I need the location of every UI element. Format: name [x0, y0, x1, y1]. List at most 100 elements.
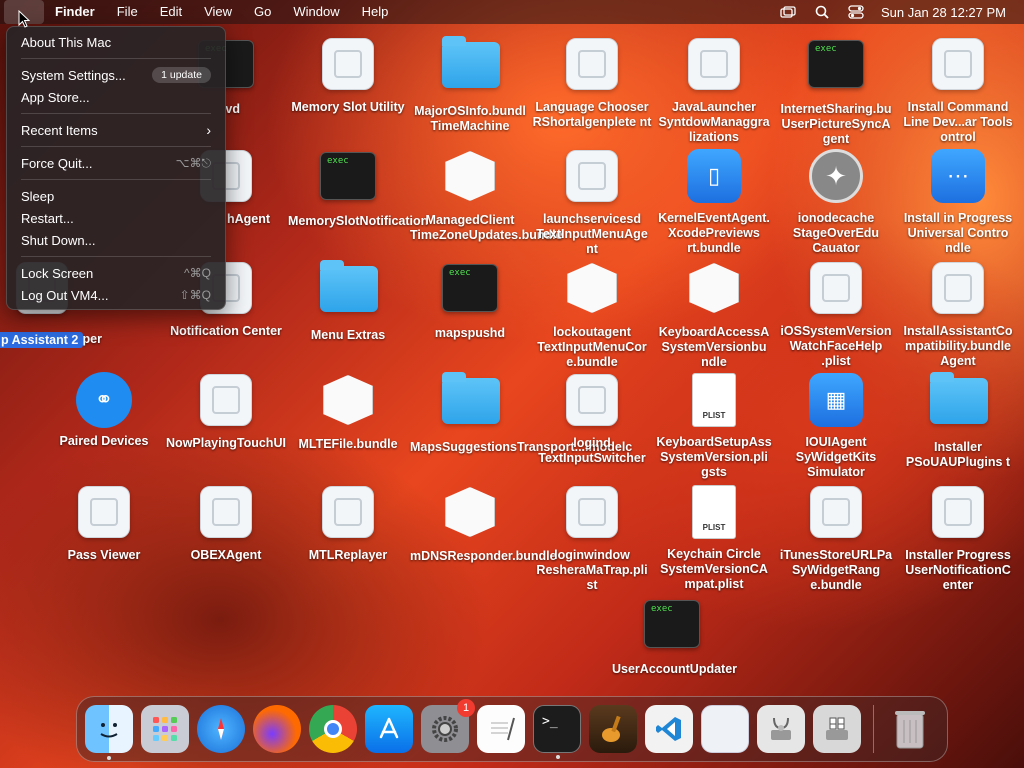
desktop-icon[interactable]: Installer Progress UserNotificationC ent…: [898, 484, 1018, 593]
desktop-icon[interactable]: PLIST KeyboardSetupAss SystemVersion.pli…: [654, 372, 774, 480]
desktop-icon[interactable]: ManagedClient TimeZoneUpdates.bundle: [410, 148, 563, 243]
generic-app-icon: [932, 38, 984, 90]
vscode-icon[interactable]: [645, 705, 693, 753]
desktop-icon-label: iOSSystemVersion WatchFaceHelp .plist: [780, 324, 892, 368]
about-this-mac-item[interactable]: About This Mac: [13, 31, 219, 53]
shortcut-label: ⌥⌘⎋: [175, 155, 211, 170]
finder-icon[interactable]: [85, 705, 133, 760]
desktop-icon[interactable]: ⚭ Paired Devices: [44, 372, 164, 449]
desktop-icon[interactable]: logind TextInputSwitcher: [532, 372, 652, 466]
generic-app-icon: [322, 38, 374, 90]
mouse-cursor-icon: [18, 10, 30, 28]
generic-app-icon: [566, 486, 618, 538]
generic-app-icon: [688, 38, 740, 90]
selected-icon-label[interactable]: p Assistant 2: [0, 332, 84, 348]
apple-menu: About This Mac System Settings... 1 updat…: [6, 26, 226, 310]
menu-finder[interactable]: Finder: [44, 0, 106, 24]
desktop-icon-label: InternetSharing.bu UserPictureSyncA gent: [780, 102, 892, 146]
app-store-icon[interactable]: [365, 705, 413, 753]
desktop-icon[interactable]: ✦ ionodecache StageOverEdu Cauator: [776, 148, 896, 256]
desktop-icon-label: lockoutagent TextInputMenuCor e.bundle: [537, 325, 647, 369]
menu-edit[interactable]: Edit: [149, 0, 193, 24]
shortcut-label: ^⌘Q: [184, 266, 211, 280]
desktop-icon-label: KeyboardSetupAss SystemVersion.pli gsts: [656, 435, 772, 479]
desktop-icon-label: mDNSResponder.bundle: [410, 549, 557, 563]
menu-view[interactable]: View: [193, 0, 243, 24]
app-store-item[interactable]: App Store...: [13, 86, 219, 108]
clock[interactable]: Sun Jan 28 12:27 PM: [881, 5, 1006, 20]
desktop-icon[interactable]: Pass Viewer: [44, 484, 164, 563]
safari-icon[interactable]: [197, 705, 245, 753]
disk-utility-icon[interactable]: [757, 705, 805, 753]
menu-item-label: About This Mac: [21, 34, 112, 50]
desktop-icon[interactable]: MajorOSInfo.bundl TimeMachine: [410, 36, 530, 134]
log-out-item[interactable]: Log Out VM4... ⇧⌘Q: [13, 284, 219, 306]
menu-item-label: Shut Down...: [21, 232, 96, 248]
desktop-icon[interactable]: Memory Slot Utility: [288, 36, 408, 115]
desktop-icon[interactable]: MTLReplayer: [288, 484, 408, 563]
bundle-icon: [445, 151, 495, 201]
desktop-icon[interactable]: launchservicesd TextInputMenuAge nt: [532, 148, 652, 257]
desktop-icon[interactable]: ▯ KernelEventAgent. XcodePreviews rt.bun…: [654, 148, 774, 256]
desktop-icon[interactable]: NowPlayingTouchUI: [166, 372, 286, 451]
desktop-icon[interactable]: InstallAssistantCo mpatibility.bundle Ag…: [898, 260, 1018, 369]
desktop-icon[interactable]: exec mapspushd: [410, 260, 530, 341]
sleep-item[interactable]: Sleep: [13, 185, 219, 207]
desktop-icon[interactable]: ▦ IOUIAgent SyWidgetKits Simulator: [776, 372, 896, 480]
desktop-icon[interactable]: Menu Extras: [288, 260, 408, 343]
desktop-icon[interactable]: exec InternetSharing.bu UserPictureSyncA…: [776, 36, 896, 147]
desktop-icon[interactable]: loginwindow ResheraMaTrap.pli st: [532, 484, 652, 593]
desktop-icon-label: UserAccountUpdater: [612, 662, 738, 676]
desktop-icon[interactable]: mDNSResponder.bundle: [410, 484, 557, 564]
boot-camp-icon[interactable]: [813, 705, 861, 753]
desktop-icon-label: loginwindow ResheraMaTrap.pli st: [536, 548, 648, 592]
desktop-icon[interactable]: OBEXAgent: [166, 484, 286, 563]
desktop-icon-label: MemorySlotNotification: [288, 214, 429, 228]
lock-screen-item[interactable]: Lock Screen ^⌘Q: [13, 262, 219, 284]
generic-app-icon[interactable]: [701, 705, 749, 753]
system-settings-icon[interactable]: 1: [421, 699, 475, 753]
desktop-icon[interactable]: exec MemorySlotNotification: [288, 148, 429, 229]
desktop-icon[interactable]: Installer PSoUAUPlugins t: [898, 372, 1018, 470]
desktop-icon[interactable]: MapsSuggestionsTransport...lmodelc: [410, 372, 633, 455]
desktop-icon[interactable]: PLIST Keychain Circle SystemVersionCA mp…: [654, 484, 774, 592]
recent-items-item[interactable]: Recent Items ›: [13, 119, 219, 141]
desktop-icon[interactable]: iTunesStoreURLPa SyWidgetRang e.bundle: [776, 484, 896, 593]
restart-item[interactable]: Restart...: [13, 207, 219, 229]
desktop-icon-label: KernelEventAgent. XcodePreviews rt.bundl…: [658, 211, 770, 255]
bundle-icon: [445, 487, 495, 537]
force-quit-item[interactable]: Force Quit... ⌥⌘⎋: [13, 152, 219, 174]
desktop-icon[interactable]: Language Chooser RShortalgenplete nt: [532, 36, 652, 130]
menu-file[interactable]: File: [106, 0, 149, 24]
desktop-icon[interactable]: lockoutagent TextInputMenuCor e.bundle: [532, 260, 652, 370]
screen-mirror-icon[interactable]: [779, 5, 797, 19]
desktop-icon[interactable]: Install Command Line Dev...ar Tools ontr…: [898, 36, 1018, 145]
shut-down-item[interactable]: Shut Down...: [13, 229, 219, 251]
desktop-icon[interactable]: JavaLauncher SyntdowManaggra lizations: [654, 36, 774, 145]
desktop-icon-label: MapsSuggestionsTransport...lmodelc: [410, 440, 633, 454]
menu-go[interactable]: Go: [243, 0, 282, 24]
garageband-icon[interactable]: [589, 705, 637, 753]
spotlight-icon[interactable]: [813, 5, 831, 19]
desktop-icon-label: MLTEFile.bundle: [298, 437, 398, 451]
control-center-icon[interactable]: [847, 5, 865, 19]
desktop-icon[interactable]: MLTEFile.bundle: [288, 372, 408, 452]
desktop-icon[interactable]: exec UserAccountUpdater: [612, 596, 738, 677]
textedit-icon[interactable]: [477, 705, 525, 753]
desktop-icon-label: InstallAssistantCo mpatibility.bundle Ag…: [903, 324, 1013, 368]
launchpad-icon[interactable]: [141, 705, 189, 753]
desktop-icon[interactable]: ⋯ Install in Progress Universal Contro n…: [898, 148, 1018, 256]
menu-item-label: App Store...: [21, 89, 90, 105]
firefox-icon[interactable]: [253, 705, 301, 753]
terminal-icon[interactable]: >_: [533, 705, 581, 759]
chrome-icon[interactable]: [309, 705, 357, 753]
desktop-icon[interactable]: iOSSystemVersion WatchFaceHelp .plist: [776, 260, 896, 369]
menu-window[interactable]: Window: [282, 0, 350, 24]
widget-kit-icon: ▦: [809, 373, 863, 427]
plist-file-icon: PLIST: [692, 485, 736, 539]
menu-help[interactable]: Help: [351, 0, 400, 24]
trash-icon[interactable]: [886, 705, 934, 753]
system-settings-item[interactable]: System Settings... 1 update: [13, 64, 219, 86]
desktop-icon[interactable]: KeyboardAccessA SystemVersionbu ndle: [654, 260, 774, 370]
generic-app-icon: [810, 262, 862, 314]
